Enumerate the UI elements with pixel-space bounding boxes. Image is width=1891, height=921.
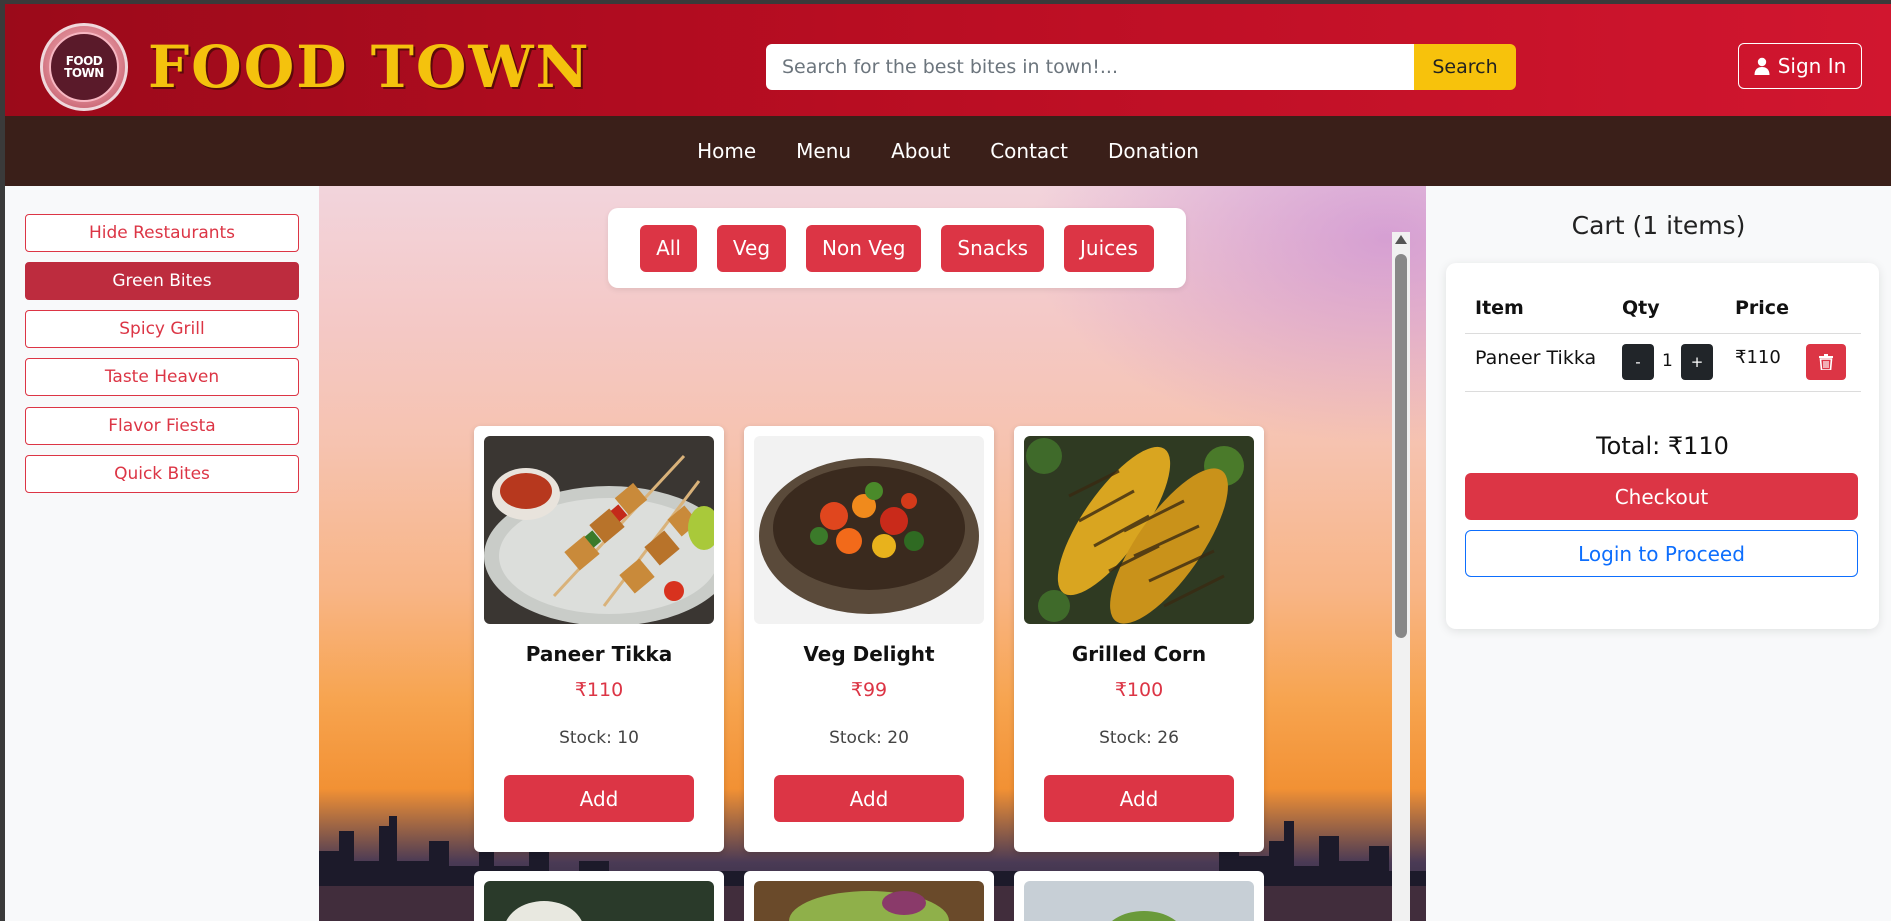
product-image	[484, 881, 714, 921]
search-input[interactable]	[766, 44, 1414, 90]
product-price: ₹99	[850, 679, 888, 701]
product-name: Grilled Corn	[1071, 642, 1207, 666]
search-button[interactable]: Search	[1414, 44, 1516, 90]
add-to-cart-button[interactable]: Add	[504, 775, 694, 822]
add-to-cart-button[interactable]: Add	[1044, 775, 1234, 822]
product-card-grilled-corn: Grilled Corn ₹100 Stock: 26 Add	[1014, 426, 1264, 852]
sign-in-button[interactable]: Sign In	[1738, 43, 1862, 89]
cart-item-qty: 1	[1662, 351, 1673, 371]
remove-item-button[interactable]	[1806, 344, 1846, 380]
add-to-cart-button[interactable]: Add	[774, 775, 964, 822]
site-header: FOOD TOWN FOOD TOWN Search Sign In	[5, 4, 1891, 116]
sidebar-item-flavor-fiesta[interactable]: Flavor Fiesta	[25, 407, 299, 445]
logo-text-line2: TOWN	[64, 66, 104, 80]
product-price: ₹100	[1114, 679, 1164, 701]
logo-badge: FOOD TOWN	[49, 32, 119, 102]
product-card-partial	[474, 871, 724, 921]
menu-area: All Veg Non Veg Snacks Juices Paneer Tik…	[319, 186, 1426, 921]
product-stock: Stock: 26	[1099, 728, 1179, 748]
nav-about[interactable]: About	[891, 139, 950, 163]
cart-header-item: Item	[1475, 297, 1524, 319]
login-to-proceed-button[interactable]: Login to Proceed	[1465, 530, 1858, 577]
sidebar-item-green-bites[interactable]: Green Bites	[25, 262, 299, 300]
cart-total: Total: ₹110	[1596, 432, 1729, 460]
scroll-up-arrow-icon[interactable]	[1395, 235, 1407, 244]
product-card-veg-delight: Veg Delight ₹99 Stock: 20 Add	[744, 426, 994, 852]
nav-home[interactable]: Home	[697, 139, 756, 163]
logo[interactable]: FOOD TOWN	[40, 23, 128, 111]
cart-card: Item Qty Price Paneer Tikka - 1 + ₹110 T…	[1446, 263, 1879, 629]
app-window: FOOD TOWN FOOD TOWN Search Sign In Home …	[5, 4, 1891, 921]
product-stock: Stock: 10	[559, 728, 639, 748]
product-stock: Stock: 20	[829, 728, 909, 748]
product-card-partial	[744, 871, 994, 921]
hide-restaurants-button[interactable]: Hide Restaurants	[25, 214, 299, 252]
scrollbar-thumb[interactable]	[1395, 254, 1407, 638]
cart-divider	[1465, 333, 1861, 334]
search-bar: Search	[766, 44, 1516, 90]
cart-item-price: ₹110	[1735, 347, 1781, 368]
restaurant-sidebar: Hide Restaurants Green Bites Spicy Grill…	[5, 191, 318, 921]
increase-qty-button[interactable]: +	[1681, 344, 1713, 380]
sidebar-item-spicy-grill[interactable]: Spicy Grill	[25, 310, 299, 348]
nav-contact[interactable]: Contact	[990, 139, 1068, 163]
paneer-tikka-image	[484, 436, 714, 624]
cart-title: Cart (1 items)	[1571, 211, 1746, 240]
cart-item-name: Paneer Tikka	[1475, 347, 1597, 369]
filter-veg[interactable]: Veg	[716, 224, 787, 272]
cart-header-price: Price	[1735, 297, 1789, 319]
cart-header-qty: Qty	[1622, 297, 1660, 319]
sign-in-label: Sign In	[1777, 54, 1847, 78]
checkout-button[interactable]: Checkout	[1465, 473, 1858, 520]
product-card-partial	[1014, 871, 1264, 921]
brand-title: FOOD TOWN	[148, 33, 591, 101]
sidebar-item-quick-bites[interactable]: Quick Bites	[25, 455, 299, 493]
nav-donation[interactable]: Donation	[1108, 139, 1199, 163]
product-card-paneer-tikka: Paneer Tikka ₹110 Stock: 10 Add	[474, 426, 724, 852]
grilled-corn-image	[1024, 436, 1254, 624]
menu-scrollbar[interactable]	[1392, 232, 1410, 921]
cart-panel: Cart (1 items) Item Qty Price Paneer Tik…	[1426, 191, 1891, 921]
veg-delight-image	[754, 436, 984, 624]
filter-snacks[interactable]: Snacks	[941, 224, 1045, 272]
product-image	[754, 881, 984, 921]
logo-text: FOOD TOWN	[64, 55, 104, 79]
sidebar-item-taste-heaven[interactable]: Taste Heaven	[25, 358, 299, 396]
main-nav: Home Menu About Contact Donation	[5, 116, 1891, 186]
product-price: ₹110	[574, 679, 624, 701]
nav-menu[interactable]: Menu	[796, 139, 851, 163]
category-filter-bar: All Veg Non Veg Snacks Juices	[608, 208, 1186, 288]
filter-non-veg[interactable]: Non Veg	[806, 224, 922, 272]
decrease-qty-button[interactable]: -	[1622, 344, 1654, 380]
user-icon	[1754, 57, 1770, 75]
filter-all[interactable]: All	[640, 224, 697, 272]
filter-juices[interactable]: Juices	[1064, 224, 1154, 272]
cart-divider	[1465, 391, 1861, 392]
product-name: Paneer Tikka	[525, 642, 673, 666]
product-name: Veg Delight	[803, 642, 935, 666]
trash-icon	[1819, 354, 1833, 370]
product-image	[1024, 881, 1254, 921]
